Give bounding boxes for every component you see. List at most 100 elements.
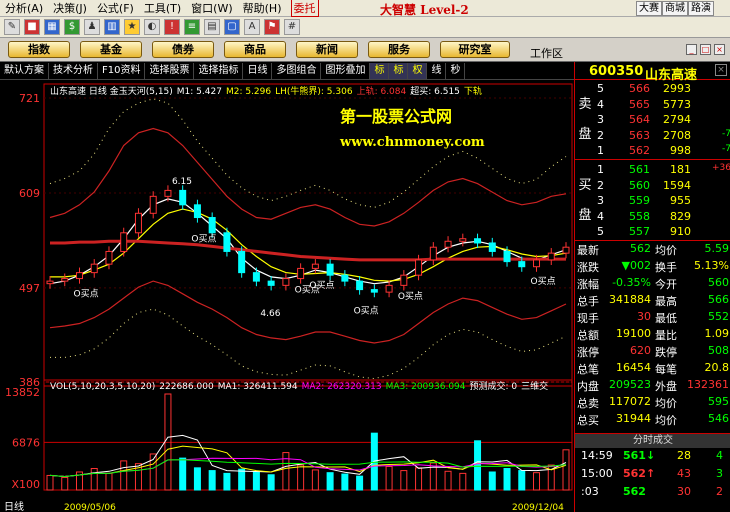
quote-value: 209523 bbox=[609, 378, 651, 391]
close-panel-icon[interactable]: × bbox=[715, 64, 727, 76]
quote-row: 涨停 620 跌停 508 bbox=[575, 344, 730, 359]
multi-chart-tab[interactable]: 多图组合 bbox=[272, 62, 322, 79]
close-icon[interactable]: × bbox=[714, 44, 725, 55]
star-icon[interactable]: ★ bbox=[124, 19, 140, 35]
quote-label: 总卖 bbox=[577, 397, 599, 410]
mini-button-4[interactable]: 线 bbox=[427, 62, 447, 79]
volume-bar bbox=[238, 468, 246, 491]
quote-label: 每笔 bbox=[655, 363, 677, 376]
mall-button[interactable]: 商城 bbox=[662, 1, 688, 16]
volume: 1594 bbox=[663, 178, 691, 192]
nav-service-button[interactable]: 服务 bbox=[368, 41, 430, 58]
ask-row[interactable]: 3 564 2794 bbox=[597, 113, 730, 128]
nav-news-button[interactable]: 新闻 bbox=[296, 41, 358, 58]
select-stock-tab[interactable]: 选择股票 bbox=[145, 62, 195, 79]
delegate-button[interactable]: 委托 bbox=[290, 0, 319, 17]
nav-fund-button[interactable]: 基金 bbox=[80, 41, 142, 58]
quote-row: 内盘 209523 外盘 132361 bbox=[575, 378, 730, 393]
candle bbox=[134, 212, 142, 234]
flag-icon[interactable]: ⚑ bbox=[264, 19, 280, 35]
ask-row[interactable]: 4 565 5773 bbox=[597, 98, 730, 113]
alert-icon[interactable]: ! bbox=[164, 19, 180, 35]
volume-bar bbox=[90, 468, 98, 491]
bid-row[interactable]: 2 560 1594 bbox=[597, 179, 730, 194]
y-tick-label: 609 bbox=[19, 187, 40, 200]
bid-row[interactable]: 3 559 955 bbox=[597, 194, 730, 209]
nav-index-button[interactable]: 指数 bbox=[8, 41, 70, 58]
scheme-dropdown[interactable]: 默认方案 bbox=[0, 62, 49, 79]
quote-label: 涨跌 bbox=[577, 261, 599, 274]
bell-icon[interactable]: ◐ bbox=[144, 19, 160, 35]
menu-decision[interactable]: 决策(J) bbox=[48, 0, 92, 16]
kline-chart[interactable]: 721609497386山东高速 日线 金玉天河(5,15) M1: 5.427 M… bbox=[0, 80, 574, 512]
candle bbox=[267, 280, 275, 286]
ask-book: 卖 盘 5 566 2993 4 565 5773 3 564 2794 2 563 2708 -7 1 5… bbox=[575, 80, 730, 160]
quote-row: 涨幅 -0.35% 今开 560 bbox=[575, 276, 730, 291]
change: +36 bbox=[712, 163, 730, 173]
roadshow-button[interactable]: 路演 bbox=[688, 1, 714, 16]
ask-row[interactable]: 1 562 998 -7 bbox=[597, 144, 730, 159]
volume: 5773 bbox=[663, 97, 691, 111]
mini-button-3[interactable]: 权 bbox=[408, 62, 428, 79]
menu-formula[interactable]: 公式(F) bbox=[92, 0, 139, 16]
quote-label: 换手 bbox=[655, 261, 677, 274]
nav-bond-button[interactable]: 债券 bbox=[152, 41, 214, 58]
f10-tab[interactable]: F10资料 bbox=[98, 62, 146, 79]
volume-bar bbox=[459, 472, 467, 491]
buy-point-label: O买点 bbox=[309, 280, 334, 291]
volume: 2993 bbox=[663, 82, 691, 95]
people-icon[interactable]: ♟ bbox=[84, 19, 100, 35]
price: 558 bbox=[629, 209, 650, 223]
report-icon[interactable]: ≡ bbox=[184, 19, 200, 35]
stop-icon[interactable]: ■ bbox=[24, 19, 40, 35]
nav-commodity-button[interactable]: 商品 bbox=[224, 41, 286, 58]
price: 562 bbox=[629, 144, 650, 158]
quote-value: 16454 bbox=[616, 361, 651, 374]
table-icon[interactable]: ▤ bbox=[204, 19, 220, 35]
overlay-tab[interactable]: 图形叠加 bbox=[321, 62, 371, 79]
tech-analysis-tab[interactable]: 技术分析 bbox=[49, 62, 98, 79]
contest-button[interactable]: 大赛 bbox=[636, 1, 662, 16]
maximize-icon[interactable]: □ bbox=[700, 44, 711, 55]
ticks-header[interactable]: 分时成交 bbox=[575, 433, 730, 448]
pen-icon[interactable]: ✎ bbox=[4, 19, 20, 35]
volume-bar bbox=[223, 472, 231, 491]
chart-icon[interactable]: ▥ bbox=[104, 19, 120, 35]
menu-window[interactable]: 窗口(W) bbox=[186, 0, 237, 16]
bid-row[interactable]: 1 561 181 +36 bbox=[597, 163, 730, 178]
grid-icon[interactable]: ▦ bbox=[44, 19, 60, 35]
money-icon[interactable]: $ bbox=[64, 19, 80, 35]
window-icon[interactable]: ▢ bbox=[224, 19, 240, 35]
bid-row[interactable]: 5 557 910 bbox=[597, 225, 730, 240]
app-logo: 大智慧 Level-2 bbox=[380, 3, 469, 17]
daily-tab[interactable]: 日线 bbox=[243, 62, 273, 79]
date-start: 2009/05/06 bbox=[64, 503, 116, 512]
volume-bar bbox=[179, 457, 187, 491]
volume-bar bbox=[46, 474, 54, 491]
quote-label: 跌停 bbox=[655, 346, 677, 359]
sell-label: 卖 bbox=[578, 97, 592, 112]
menu-tools[interactable]: 工具(T) bbox=[139, 0, 186, 16]
app-window: 分析(A) 决策(J) 公式(F) 工具(T) 窗口(W) 帮助(H) 委托 大… bbox=[0, 0, 730, 512]
quote-label: 涨幅 bbox=[577, 278, 599, 291]
mini-button-1[interactable]: 标 bbox=[370, 62, 390, 79]
mini-button-2[interactable]: 标 bbox=[389, 62, 409, 79]
minimize-icon[interactable]: _ bbox=[686, 44, 697, 55]
bid-row[interactable]: 4 558 829 bbox=[597, 210, 730, 225]
text-icon[interactable]: A bbox=[244, 19, 260, 35]
calc-icon[interactable]: # bbox=[284, 19, 300, 35]
candle bbox=[193, 204, 201, 219]
select-indicator-tab[interactable]: 选择指标 bbox=[194, 62, 244, 79]
volume-bar bbox=[488, 471, 496, 491]
watermark-title: 第一股票公式网 bbox=[340, 107, 452, 126]
menu-help[interactable]: 帮助(H) bbox=[238, 0, 287, 16]
volume-y-tick: 13852 bbox=[5, 386, 40, 399]
ask-row[interactable]: 5 566 2993 bbox=[597, 82, 730, 97]
stock-header: 600350 山东高速 × bbox=[575, 62, 730, 83]
volume-bar bbox=[503, 468, 511, 491]
nav-research-button[interactable]: 研究室 bbox=[440, 41, 510, 58]
candle bbox=[562, 246, 570, 254]
menu-analyze[interactable]: 分析(A) bbox=[0, 0, 48, 16]
ask-row[interactable]: 2 563 2708 -7 bbox=[597, 129, 730, 144]
mini-button-5[interactable]: 秒 bbox=[446, 62, 466, 79]
